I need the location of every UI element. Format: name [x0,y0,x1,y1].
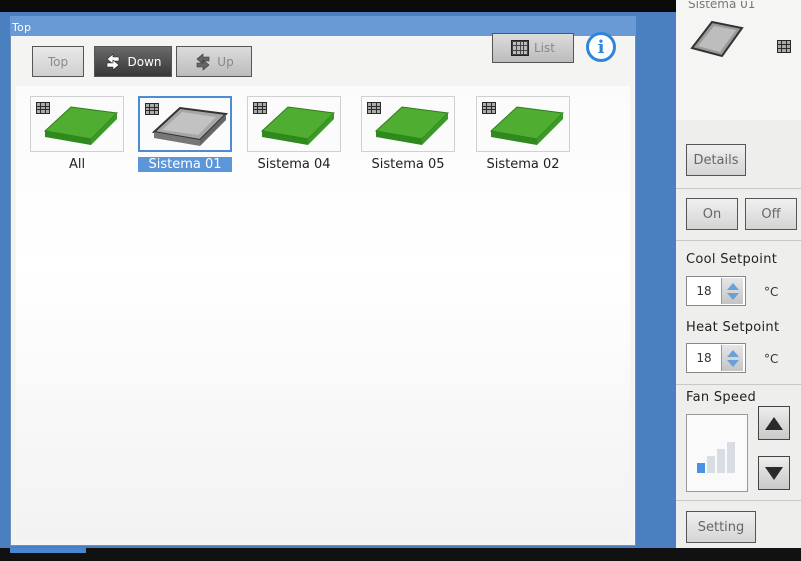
device-tile[interactable] [247,96,341,152]
bottom-bezel [0,548,801,561]
up-button-label: Up [217,54,234,69]
list-button[interactable]: List [492,33,574,63]
divider [676,188,801,190]
fan-speed-up-button[interactable] [758,406,790,440]
taskbar-indicator [10,548,86,553]
spinner-icon[interactable] [721,345,743,371]
device-tile[interactable] [361,96,455,152]
up-arrow-icon [765,416,783,430]
down-button-label: Down [127,54,162,69]
device-tile[interactable] [30,96,124,152]
fan-level-bar [697,463,705,473]
heat-setpoint-label: Heat Setpoint [686,320,780,335]
fan-level-icon [697,442,735,473]
device-tile-label[interactable]: Sistema 04 [247,157,341,172]
sidebar-header: Sistema 01 [676,0,801,120]
device-tile-label[interactable]: Sistema 05 [361,157,455,172]
top-button-label: Top [47,54,69,69]
details-button[interactable]: Details [686,144,746,176]
fan-speed-down-button[interactable] [758,456,790,490]
fan-speed-label: Fan Speed [686,390,757,405]
device-tile-label[interactable]: Sistema 01 [138,157,232,172]
cool-setpoint-value: 18 [696,284,712,298]
top-button[interactable]: Top [32,46,84,77]
on-button-label: On [702,206,722,222]
cool-setpoint-unit: °C [764,285,779,299]
selected-device-icon [690,20,744,58]
setting-button-label: Setting [697,519,745,535]
fan-level-bar [727,442,735,473]
info-icon[interactable]: i [586,32,616,62]
list-button-label: List [534,41,555,55]
heat-setpoint-stepper[interactable]: 18 [686,343,746,373]
device-tile[interactable] [138,96,232,152]
down-arrow-icon [765,466,783,480]
details-button-label: Details [693,152,739,168]
fan-level-bar [707,456,715,473]
off-button-label: Off [761,206,781,222]
device-unit-icon [489,106,565,145]
on-button[interactable]: On [686,198,738,230]
device-tile-label[interactable]: Sistema 02 [476,157,570,172]
cool-setpoint-stepper[interactable]: 18 [686,276,746,306]
page-title: Top [12,21,32,34]
fan-level-bar [717,449,725,473]
device-unit-icon [151,106,229,146]
heat-setpoint-unit: °C [764,352,779,366]
device-unit-icon [43,106,119,145]
down-arrow-icon [107,52,120,71]
divider [676,240,801,242]
down-button[interactable]: Down [94,46,172,77]
device-grid-icon [777,40,791,53]
setting-button[interactable]: Setting [686,511,756,543]
list-grid-icon [511,40,529,56]
heat-setpoint-value: 18 [696,351,712,365]
up-button[interactable]: Up [176,46,252,77]
cool-setpoint-label: Cool Setpoint [686,252,778,267]
up-arrow-icon [196,52,210,71]
divider [676,384,801,386]
screen: Top Top Down Up List i All Sistema 01 Sist… [0,0,801,561]
spinner-icon[interactable] [721,278,743,304]
device-tile-label[interactable]: All [30,157,124,172]
device-tile[interactable] [476,96,570,152]
fan-speed-display [686,414,748,492]
divider [676,500,801,502]
content-area [16,86,630,542]
device-unit-icon [260,106,336,145]
sidebar-device-name: Sistema 01 [688,1,756,9]
off-button[interactable]: Off [745,198,797,230]
device-unit-icon [374,106,450,145]
